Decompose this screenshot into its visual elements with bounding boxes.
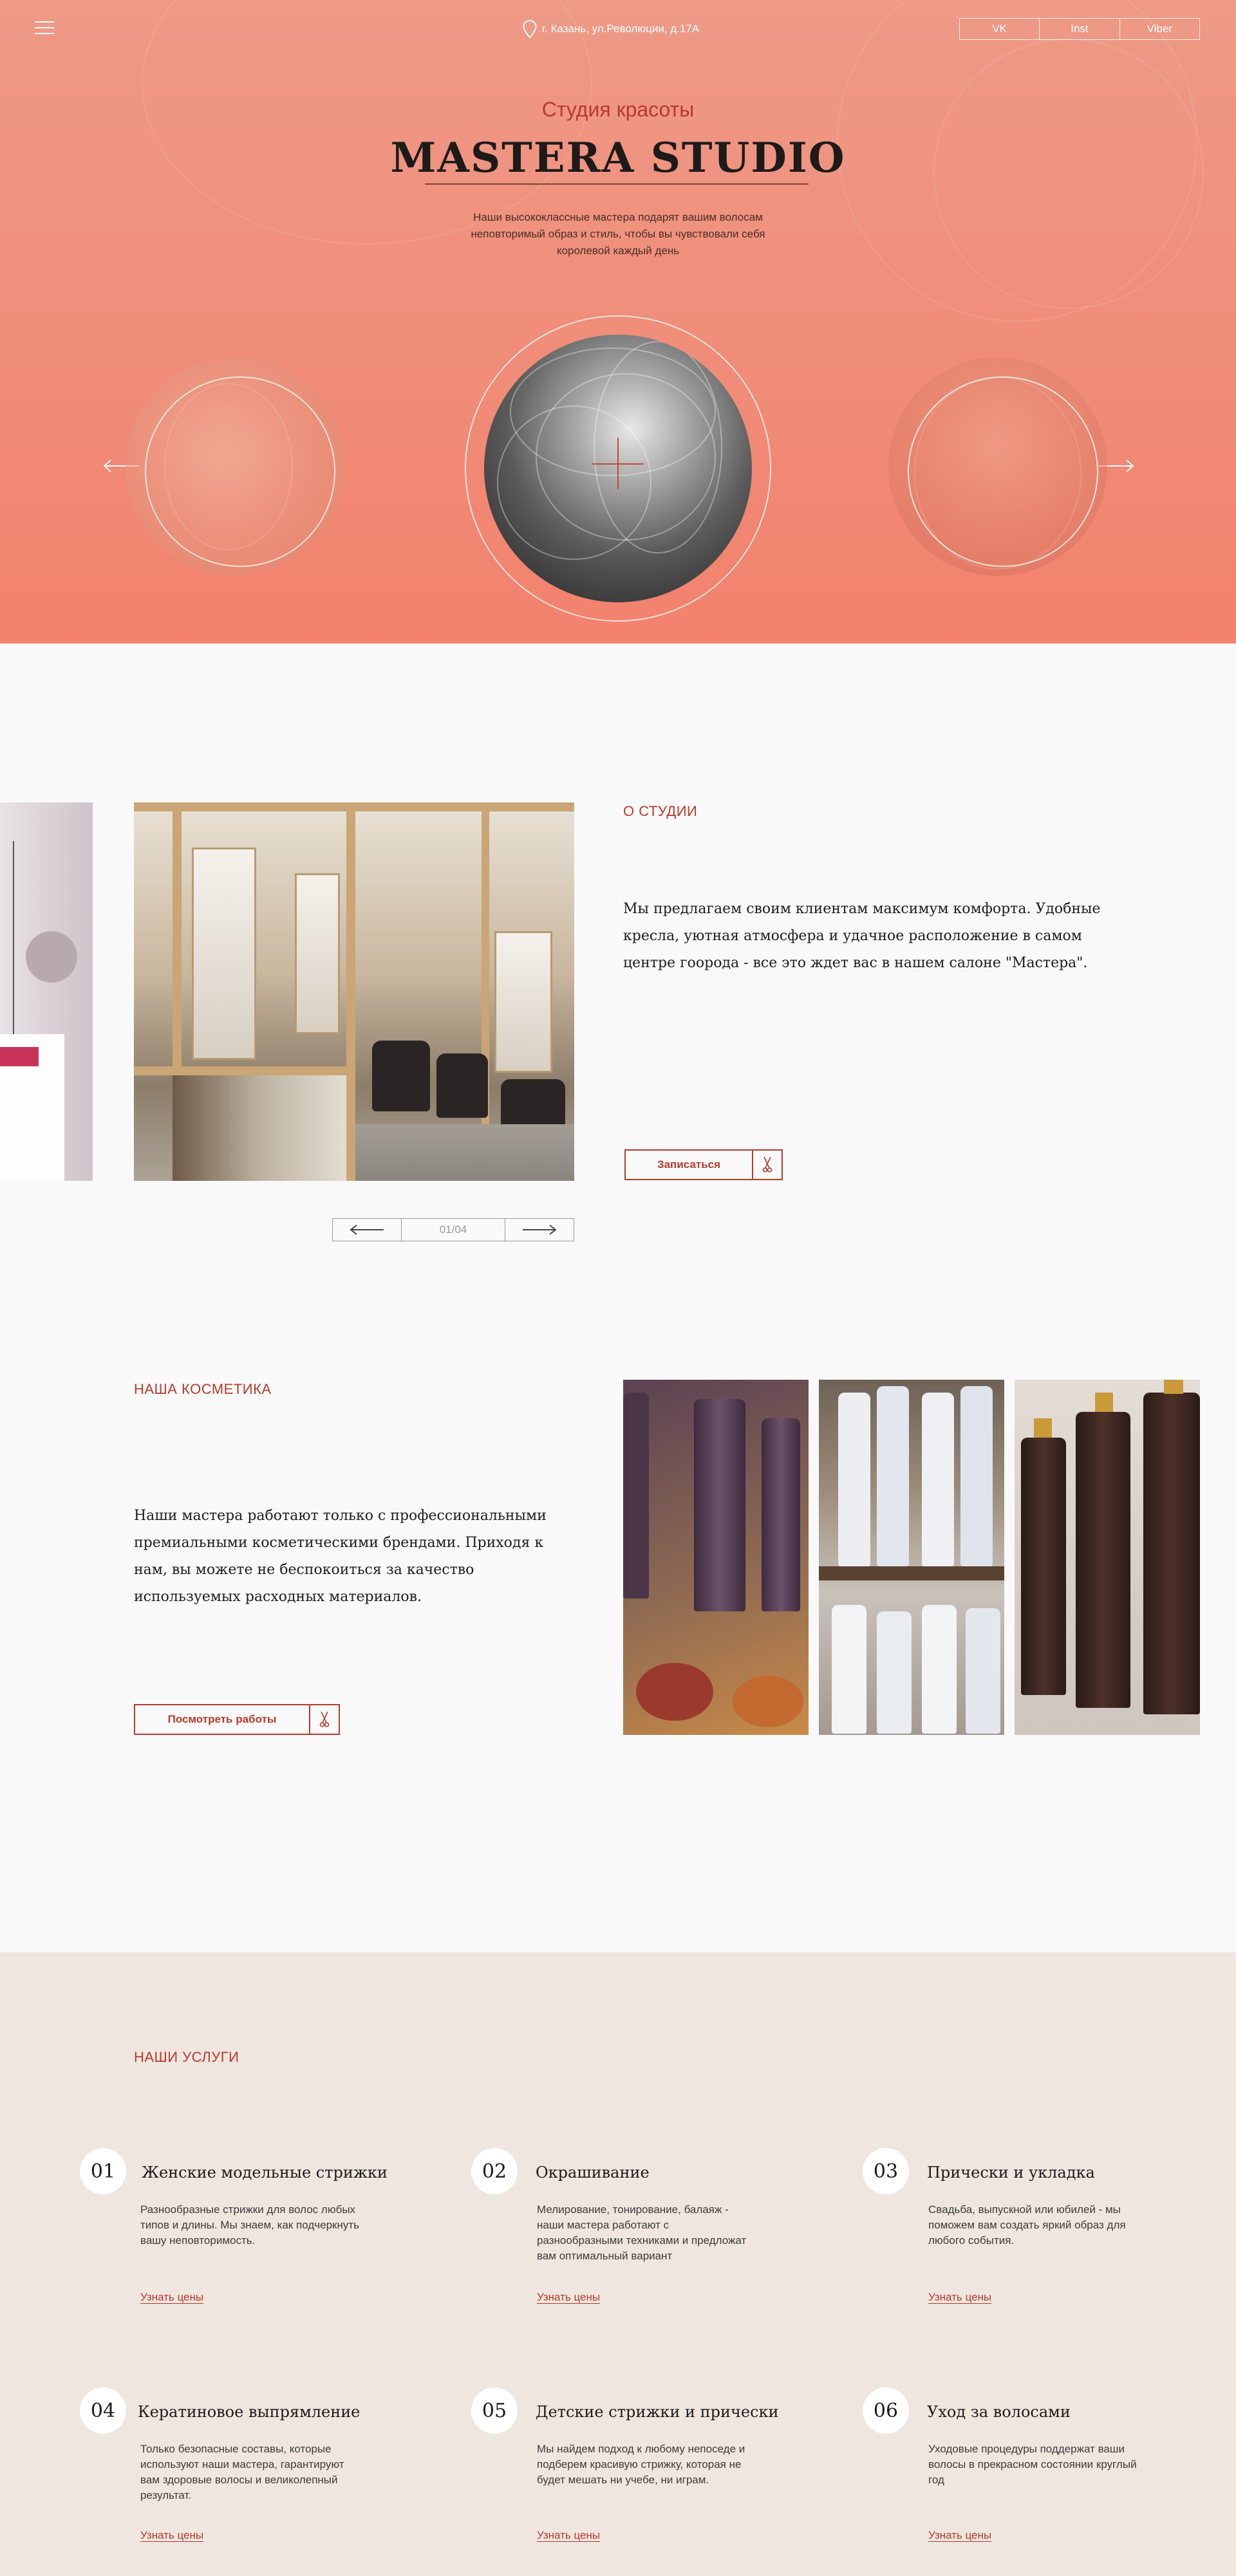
photo-detail bbox=[372, 1041, 430, 1111]
book-button-label: Записаться bbox=[657, 1158, 721, 1171]
arrow-right-icon[interactable] bbox=[505, 1219, 574, 1241]
product-bottle bbox=[762, 1418, 800, 1611]
photo-detail bbox=[346, 802, 355, 1181]
product-bottle bbox=[1143, 1393, 1200, 1714]
service-prices-link[interactable]: Узнать цены bbox=[537, 2291, 600, 2304]
slide-ring bbox=[908, 376, 1098, 567]
photo-detail bbox=[192, 848, 256, 1060]
services-label: НАШИ УСЛУГИ bbox=[134, 2049, 239, 2065]
social-links: VK Inst Viber bbox=[959, 18, 1200, 40]
service-number: 03 bbox=[863, 2148, 909, 2194]
social-vk-link[interactable]: VK bbox=[960, 19, 1040, 39]
photo-detail bbox=[134, 1066, 346, 1075]
crosshair-decor bbox=[617, 438, 619, 489]
service-description: Мы найдем подход к любому непоседе и под… bbox=[537, 2443, 745, 2486]
cosmetics-photo-2 bbox=[819, 1380, 1004, 1735]
photo-detail bbox=[0, 1047, 39, 1066]
menu-icon[interactable] bbox=[35, 21, 54, 35]
service-title: Уход за волосами bbox=[927, 2403, 1071, 2421]
service-title: Женские модельные стрижки bbox=[142, 2164, 388, 2182]
product-bottle bbox=[960, 1386, 993, 1566]
address-text: г. Казань, ул.Революции, д.17А bbox=[542, 23, 700, 35]
book-button[interactable]: Записаться bbox=[624, 1149, 783, 1180]
service-description: Разнообразные стрижки для волос любых ти… bbox=[140, 2203, 359, 2247]
service-title: Окрашивание bbox=[536, 2164, 650, 2182]
service-number: 05 bbox=[471, 2387, 518, 2434]
hair-decor bbox=[594, 341, 722, 553]
scissors-icon bbox=[309, 1705, 339, 1734]
product-bottle bbox=[838, 1393, 870, 1566]
photo-detail bbox=[436, 1053, 488, 1118]
photo-detail bbox=[355, 1124, 574, 1181]
title-underline bbox=[425, 183, 809, 185]
cosmetics-photo-1 bbox=[623, 1380, 809, 1735]
cosmetics-text: Наши мастера работают только с профессио… bbox=[134, 1508, 547, 1605]
address[interactable]: г. Казань, ул.Революции, д.17А bbox=[523, 19, 716, 39]
product-bottle bbox=[1021, 1438, 1066, 1695]
about-label: О СТУДИИ bbox=[623, 803, 698, 819]
service-number: 01 bbox=[80, 2148, 126, 2194]
page-title: MASTERA STUDIO bbox=[390, 134, 846, 182]
scissors-icon bbox=[752, 1151, 782, 1179]
social-inst-link[interactable]: Inst bbox=[1040, 19, 1120, 39]
service-prices-link[interactable]: Узнать цены bbox=[537, 2529, 600, 2542]
service-number: 02 bbox=[471, 2148, 518, 2194]
cosmetics-photo-3 bbox=[1015, 1380, 1200, 1735]
view-works-button-label: Посмотреть работы bbox=[167, 1713, 277, 1725]
product-bottle bbox=[1076, 1412, 1130, 1708]
slider-pager: 01/04 bbox=[332, 1218, 574, 1241]
service-prices-link[interactable]: Узнать цены bbox=[140, 2529, 203, 2542]
photo-detail bbox=[494, 931, 552, 1073]
product-bottle bbox=[877, 1386, 909, 1566]
product-detail bbox=[636, 1663, 713, 1721]
studio-photo-main bbox=[134, 802, 574, 1181]
view-works-button[interactable]: Посмотреть работы bbox=[134, 1704, 340, 1735]
service-prices-link[interactable]: Узнать цены bbox=[928, 2529, 991, 2542]
product-bottle bbox=[694, 1399, 745, 1611]
location-pin-icon bbox=[523, 19, 537, 39]
service-description: Свадьба, выпускной или юбилей - мы помож… bbox=[928, 2203, 1126, 2247]
hero-description: Наши высококлассные мастера подарят ваши… bbox=[471, 211, 765, 257]
product-bottle bbox=[623, 1393, 649, 1598]
photo-detail bbox=[173, 1075, 346, 1181]
service-prices-link[interactable]: Узнать цены bbox=[140, 2291, 203, 2304]
product-bottle bbox=[922, 1393, 954, 1566]
social-viber-link[interactable]: Viber bbox=[1120, 19, 1199, 39]
product-bottle bbox=[922, 1605, 957, 1734]
service-number: 06 bbox=[863, 2387, 909, 2434]
service-title: Прически и укладка bbox=[927, 2164, 1095, 2182]
service-title: Кератиновое выпрямление bbox=[138, 2403, 360, 2421]
product-detail bbox=[1095, 1393, 1113, 1412]
hero-subtitle: Студия красоты bbox=[541, 98, 695, 121]
arrow-left-icon[interactable] bbox=[333, 1219, 401, 1241]
slide-ring bbox=[145, 376, 335, 567]
studio-photo-prev bbox=[0, 802, 93, 1181]
about-text: Мы предлагаем своим клиентам максимум ко… bbox=[623, 901, 1101, 971]
service-prices-link[interactable]: Узнать цены bbox=[928, 2291, 991, 2304]
hero-section: г. Казань, ул.Революции, д.17А VK Inst V… bbox=[0, 0, 1236, 644]
product-detail bbox=[819, 1566, 1004, 1580]
product-bottle bbox=[966, 1608, 1000, 1734]
service-title: Детские стрижки и прически bbox=[536, 2403, 779, 2421]
photo-detail bbox=[295, 873, 340, 1034]
service-description: Только безопасные составы, которые испол… bbox=[140, 2443, 344, 2501]
cosmetics-label: НАША КОСМЕТИКА bbox=[134, 1381, 272, 1397]
product-detail bbox=[733, 1676, 803, 1727]
product-bottle bbox=[877, 1611, 912, 1734]
product-bottle bbox=[832, 1605, 866, 1734]
photo-detail bbox=[26, 931, 77, 983]
slide-active-image[interactable] bbox=[484, 335, 752, 602]
service-description: Мелирование, тонирование, балаяж - наши … bbox=[537, 2203, 747, 2262]
service-description: Уходовые процедуры поддержат ваши волосы… bbox=[928, 2443, 1137, 2486]
product-detail bbox=[1034, 1418, 1052, 1438]
slide-counter: 01/04 bbox=[401, 1219, 505, 1241]
product-detail bbox=[1164, 1380, 1183, 1394]
service-number: 04 bbox=[80, 2387, 126, 2434]
